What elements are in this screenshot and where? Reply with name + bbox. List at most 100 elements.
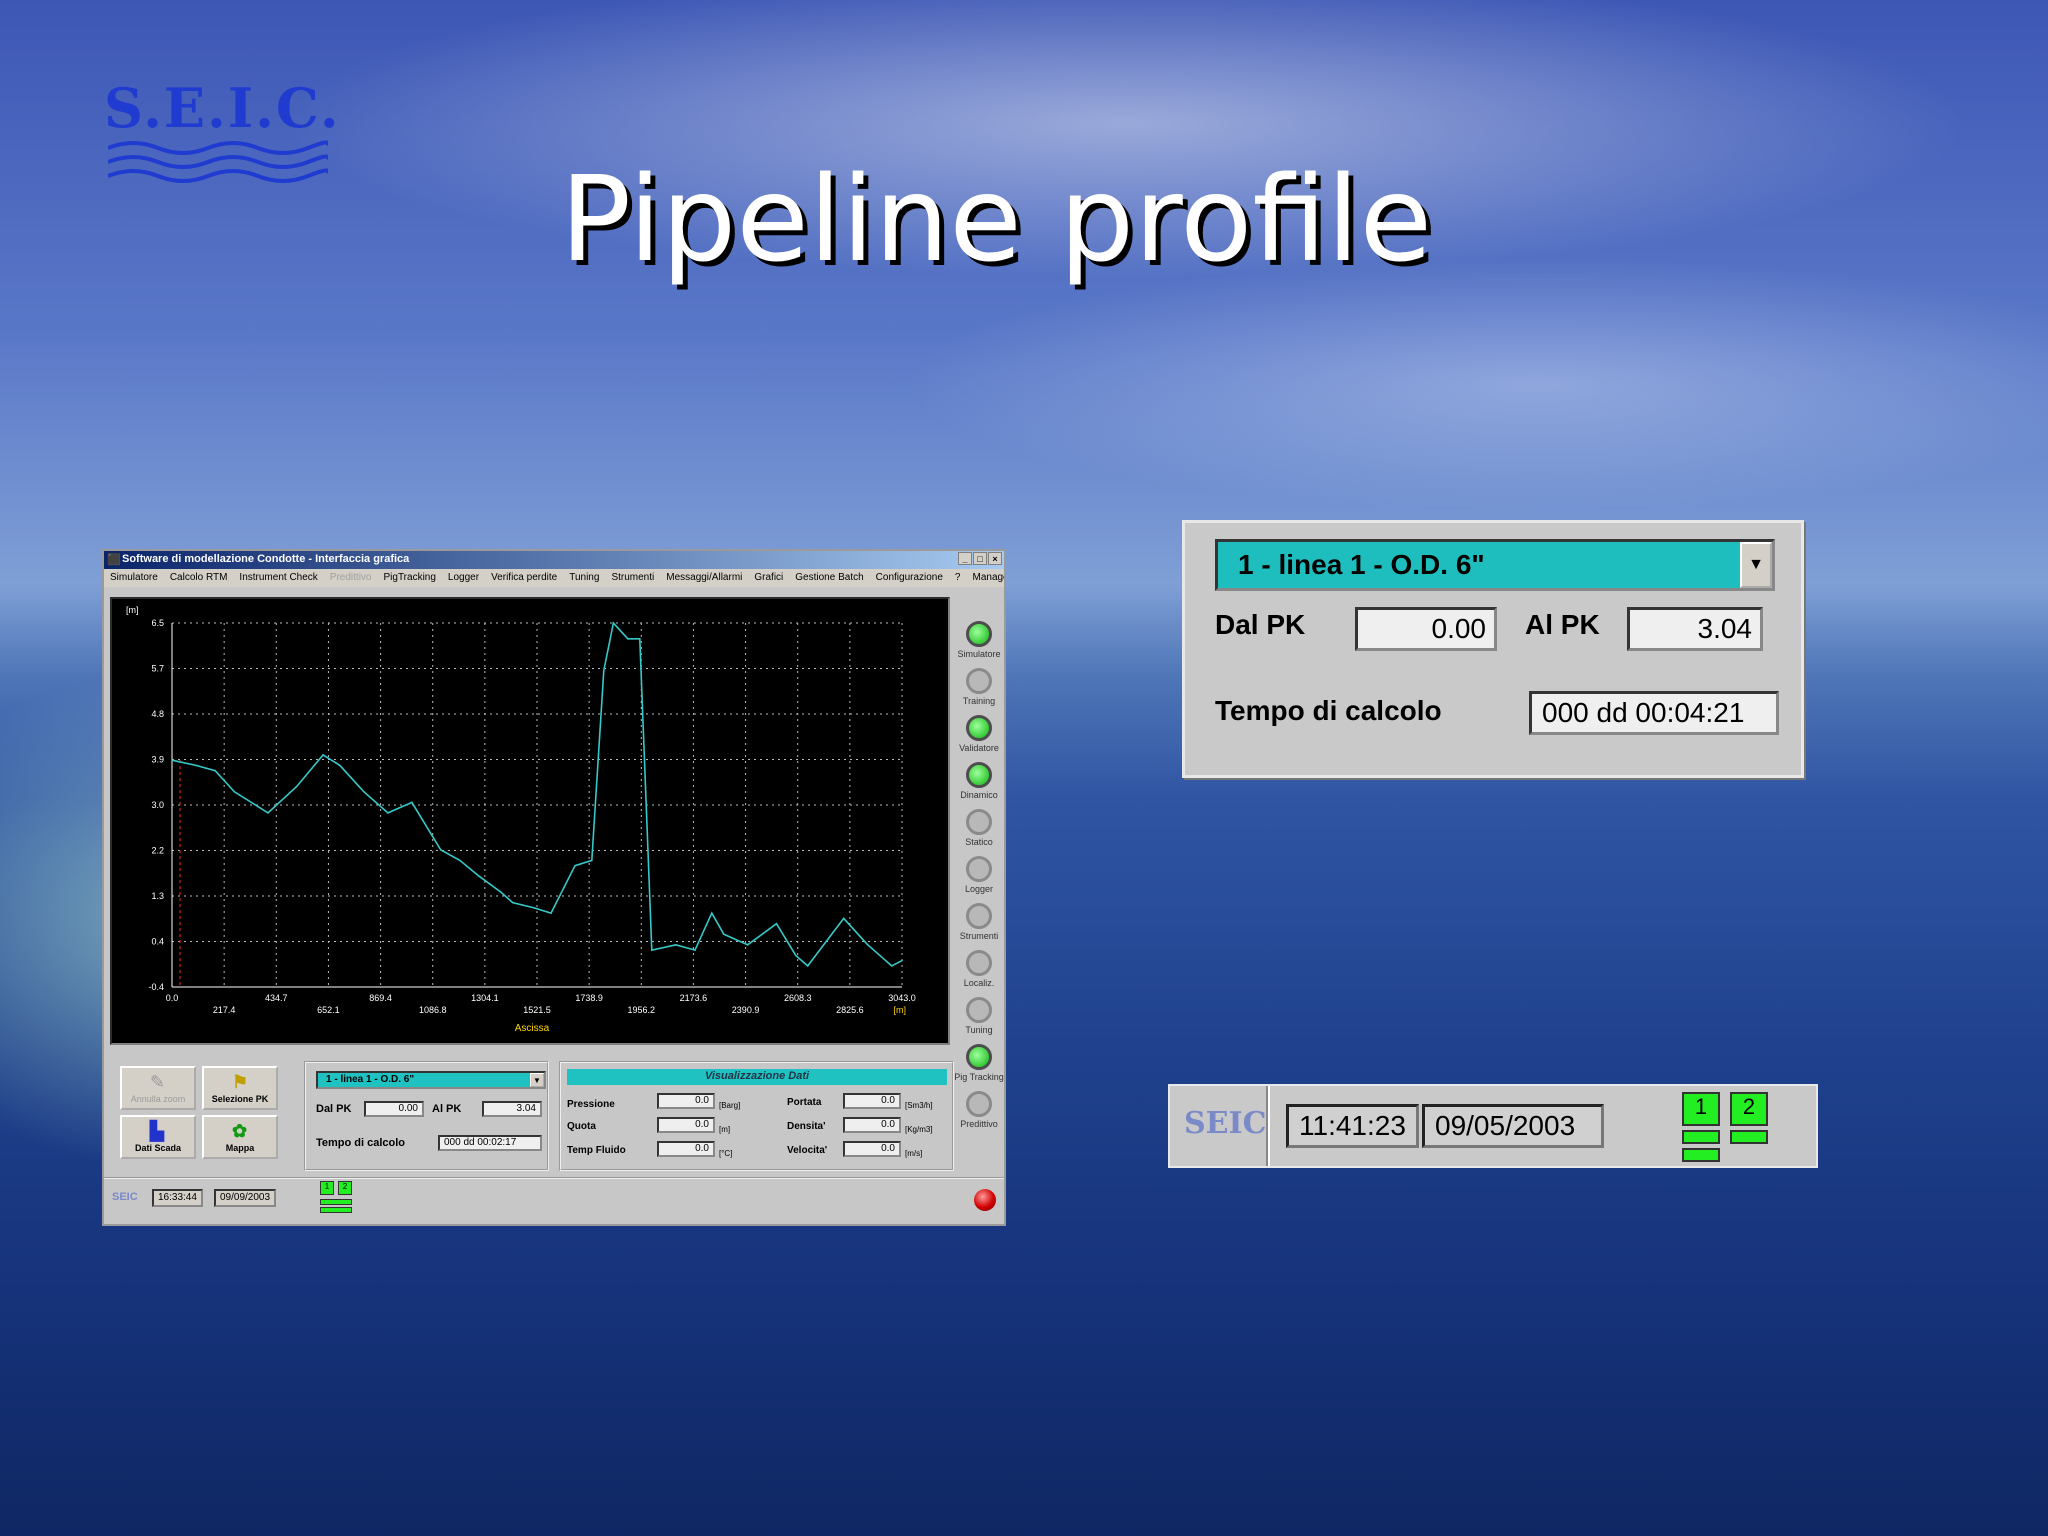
data-point xyxy=(499,891,502,893)
data-point xyxy=(267,812,269,814)
velocita-unit: [m/s] xyxy=(905,1149,923,1158)
led-label: Simulatore xyxy=(957,649,1001,659)
led-dinamico[interactable]: Dinamico xyxy=(954,762,1004,809)
led-logger[interactable]: Logger xyxy=(954,856,1004,903)
indicator-bar xyxy=(320,1199,352,1205)
waves-icon xyxy=(108,140,328,183)
seic-logo: S.E.I.C. xyxy=(104,76,339,186)
data-point xyxy=(171,759,173,761)
data-point xyxy=(322,754,324,756)
chevron-down-icon[interactable]: ▼ xyxy=(1740,542,1772,588)
portata-value: 0.0 xyxy=(843,1093,901,1109)
tempo-label: Tempo di calcolo xyxy=(316,1137,406,1149)
dal-pk-field[interactable]: 0.00 xyxy=(364,1101,424,1117)
y-tick-label: 4.8 xyxy=(151,709,164,719)
zoom-seic-logo: SEIC xyxy=(1184,1106,1267,1141)
x-tick-label: 869.4 xyxy=(369,993,392,1003)
app-window: ⬛ Software di modellazione Condotte - In… xyxy=(102,549,1006,1226)
led-indicator xyxy=(966,997,992,1023)
chart-svg: 6.5 5.7 4.8 3.9 3.0 2.2 1.3 0.4 -0.40.0 434.7 869.… xyxy=(126,605,916,1034)
data-point xyxy=(195,764,197,767)
x-tick-label: 3043.0 xyxy=(888,993,916,1003)
portata-label: Portata xyxy=(787,1097,822,1108)
menu-messaggi-allarmi[interactable]: Messaggi/Allarmi xyxy=(666,572,742,584)
data-point xyxy=(775,922,778,925)
y-tick-label: 3.9 xyxy=(151,755,164,765)
menu-grafici[interactable]: Grafici xyxy=(754,572,783,584)
menu-help[interactable]: ? xyxy=(955,572,961,584)
annulla-zoom-button[interactable]: ✎ Annulla zoom xyxy=(120,1066,196,1110)
data-point xyxy=(603,669,605,672)
x-tick-label: 2390.9 xyxy=(732,1005,760,1015)
chevron-down-icon[interactable]: ▼ xyxy=(530,1073,544,1087)
menu-strumenti[interactable]: Strumenti xyxy=(611,572,654,584)
portata-unit: [Sm3/h] xyxy=(905,1101,933,1110)
led-validatore[interactable]: Validatore xyxy=(954,715,1004,762)
menu-tuning[interactable]: Tuning xyxy=(569,572,599,584)
x-tick-label: 217.4 xyxy=(213,1005,236,1015)
window-titlebar[interactable]: ⬛ Software di modellazione Condotte - In… xyxy=(104,551,1004,569)
mappa-button[interactable]: ✿ Mappa xyxy=(202,1115,278,1159)
al-pk-label: Al PK xyxy=(432,1103,462,1115)
data-point xyxy=(339,764,341,767)
led-localiz[interactable]: Localiz. xyxy=(954,950,1004,997)
status-date: 09/09/2003 xyxy=(214,1189,277,1207)
densita-label: Densita' xyxy=(787,1121,826,1132)
y-tick-label: 0.4 xyxy=(151,937,164,947)
data-point xyxy=(363,791,365,793)
selezione-pk-button[interactable]: ⚑ Selezione PK xyxy=(202,1066,278,1110)
data-point xyxy=(478,875,480,878)
pipeline-profile-chart[interactable]: 6.5 5.7 4.8 3.9 3.0 2.2 1.3 0.4 -0.4 0.0 434.7 869.… xyxy=(110,597,950,1045)
close-button[interactable]: × xyxy=(988,552,1002,565)
status-time: 16:33:44 xyxy=(152,1189,203,1207)
led-simulatore[interactable]: Simulatore xyxy=(954,621,1004,668)
zoom-icon: ✎ xyxy=(150,1072,166,1092)
menu-pigtracking[interactable]: PigTracking xyxy=(383,572,435,584)
indicator-1: 1 xyxy=(320,1181,334,1195)
led-tuning[interactable]: Tuning xyxy=(954,997,1004,1044)
menu-calcolo-rtm[interactable]: Calcolo RTM xyxy=(170,572,228,584)
flag-icon: ⚑ xyxy=(232,1072,249,1092)
line-select[interactable]: 1 - linea 1 - O.D. 6" ▼ xyxy=(316,1071,546,1089)
led-pig-tracking[interactable]: Pig Tracking xyxy=(954,1044,1004,1091)
dal-pk-label: Dal PK xyxy=(316,1103,352,1115)
al-pk-field[interactable]: 3.04 xyxy=(482,1101,542,1117)
x-tick-label: 2825.6 xyxy=(836,1005,864,1015)
pressione-unit: [Barg] xyxy=(719,1101,741,1110)
data-point xyxy=(901,959,903,962)
temp-fluido-label: Temp Fluido xyxy=(567,1145,626,1156)
slide-title: Pipeline profile xyxy=(560,150,1433,288)
menu-verifica-perdite[interactable]: Verifica perdite xyxy=(491,572,557,584)
dati-scada-button[interactable]: ▙ Dati Scada xyxy=(120,1115,196,1159)
x-tick-label: 0.0 xyxy=(166,993,179,1003)
quota-value: 0.0 xyxy=(657,1117,715,1133)
x-tick-label: 1738.9 xyxy=(575,993,603,1003)
zoom-dal-pk-field[interactable]: 0.00 xyxy=(1355,607,1497,651)
zoom-al-pk-field[interactable]: 3.04 xyxy=(1627,607,1763,651)
tempo-field: 000 dd 00:02:17 xyxy=(438,1135,542,1151)
y-tick-label: 5.7 xyxy=(151,664,164,674)
menu-manager[interactable]: Manager xyxy=(972,572,1004,584)
menu-logger[interactable]: Logger xyxy=(448,572,479,584)
mappa-label: Mappa xyxy=(225,1143,255,1153)
led-strumenti[interactable]: Strumenti xyxy=(954,903,1004,950)
minimize-button[interactable]: _ xyxy=(958,552,972,565)
led-indicator xyxy=(966,903,992,929)
led-training[interactable]: Training xyxy=(954,668,1004,715)
maximize-button[interactable]: □ xyxy=(973,552,987,565)
data-point xyxy=(411,801,413,804)
data-point xyxy=(866,943,869,946)
alarm-led xyxy=(974,1189,996,1211)
led-predittivo[interactable]: Predittivo xyxy=(954,1091,1004,1138)
menu-simulatore[interactable]: Simulatore xyxy=(110,572,158,584)
x-tick-label: 2173.6 xyxy=(680,993,708,1003)
menu-configurazione[interactable]: Configurazione xyxy=(876,572,943,584)
led-indicator xyxy=(966,621,992,647)
menu-instrument-check[interactable]: Instrument Check xyxy=(239,572,317,584)
led-indicator xyxy=(966,856,992,882)
zoom-line-select[interactable]: 1 - linea 1 - O.D. 6" ▼ xyxy=(1215,539,1775,591)
led-statico[interactable]: Statico xyxy=(954,809,1004,856)
menu-gestione-batch[interactable]: Gestione Batch xyxy=(795,572,863,584)
led-label: Pig Tracking xyxy=(954,1072,1004,1082)
menu-predittivo[interactable]: Predittivo xyxy=(330,572,372,584)
